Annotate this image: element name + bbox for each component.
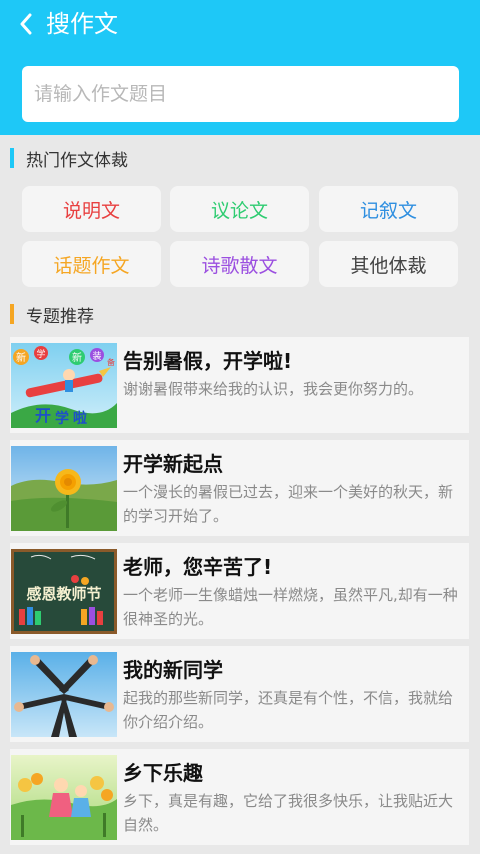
section-bar-blue (10, 148, 14, 168)
svg-text:学: 学 (36, 348, 45, 360)
topic-description: 谢谢暑假带来给我的认识，我会更你努力的。 (123, 380, 424, 398)
genre-button-argumentative[interactable]: 议论文 (170, 186, 309, 232)
svg-text:啦: 啦 (73, 410, 87, 427)
topic-thumbnail (11, 755, 117, 840)
topic-thumbnail (11, 652, 117, 737)
genre-button-expository[interactable]: 说明文 (22, 186, 161, 232)
svg-text:感恩教师节: 感恩教师节 (26, 585, 101, 603)
genre-button-other[interactable]: 其他体裁 (319, 241, 458, 287)
topic-card-teachers-day[interactable]: 感恩教师节 老师，您辛苦了! 一个老师一生像蜡烛一样燃烧，虽然平凡,却有一种很神… (10, 543, 469, 639)
section-bar-orange (10, 304, 14, 324)
hands-star-image (11, 652, 117, 737)
svg-text:新: 新 (72, 351, 82, 364)
topic-thumbnail (11, 446, 117, 531)
svg-text:新: 新 (16, 351, 26, 364)
topic-description: 乡下，真是有趣，它给了我很多快乐，让我贴近大自然。 (123, 792, 454, 834)
back-to-school-image: 新 学 新 装 备 开 学 啦 (11, 343, 117, 428)
svg-text:装: 装 (92, 350, 101, 362)
topic-card-back-to-school[interactable]: 新 学 新 装 备 开 学 啦 告别暑假，开学啦! 谢谢暑假带来给我的认识，我会… (10, 337, 469, 433)
topic-card-countryside[interactable]: 乡下乐趣 乡下，真是有趣，它给了我很多快乐，让我贴近大自然。 (10, 749, 469, 845)
topic-description: 起我的那些新同学，还真是有个性，不信，我就给你介绍介绍。 (123, 689, 454, 731)
genre-button-topic[interactable]: 话题作文 (22, 241, 161, 287)
genre-button-poetry-prose[interactable]: 诗歌散文 (170, 241, 309, 287)
countryside-image (11, 755, 117, 840)
svg-text:学: 学 (55, 410, 69, 427)
svg-text:备: 备 (107, 357, 115, 367)
section-title-topics: 专题推荐 (10, 303, 94, 327)
svg-text:开: 开 (35, 406, 51, 425)
app-header: 搜作文 (0, 0, 480, 135)
topic-thumbnail: 新 学 新 装 备 开 学 啦 (11, 343, 117, 428)
topic-title: 开学新起点 (123, 452, 223, 476)
search-input[interactable] (22, 66, 459, 122)
topic-title: 老师，您辛苦了! (123, 555, 273, 579)
page-title: 搜作文 (46, 10, 118, 38)
topic-title: 乡下乐趣 (123, 761, 203, 785)
topic-description: 一个老师一生像蜡烛一样燃烧，虽然平凡,却有一种很神圣的光。 (123, 586, 458, 628)
genre-button-narrative[interactable]: 记叙文 (319, 186, 458, 232)
topic-card-new-start[interactable]: 开学新起点 一个漫长的暑假已过去，迎来一个美好的秋天，新的学习开始了。 (10, 440, 469, 536)
topic-card-new-classmates[interactable]: 我的新同学 起我的那些新同学，还真是有个性，不信，我就给你介绍介绍。 (10, 646, 469, 742)
topic-title: 我的新同学 (123, 658, 223, 682)
back-button[interactable] (10, 8, 42, 40)
section-title-genres: 热门作文体裁 (10, 147, 128, 171)
flower-image (11, 446, 117, 531)
section-title-text: 热门作文体裁 (26, 150, 128, 171)
section-title-text: 专题推荐 (26, 306, 94, 327)
topic-description: 一个漫长的暑假已过去，迎来一个美好的秋天，新的学习开始了。 (123, 483, 454, 525)
topic-thumbnail: 感恩教师节 (11, 549, 117, 634)
topic-title: 告别暑假，开学啦! (123, 349, 293, 373)
chevron-left-icon (20, 13, 32, 35)
teachers-day-image: 感恩教师节 (11, 549, 117, 634)
